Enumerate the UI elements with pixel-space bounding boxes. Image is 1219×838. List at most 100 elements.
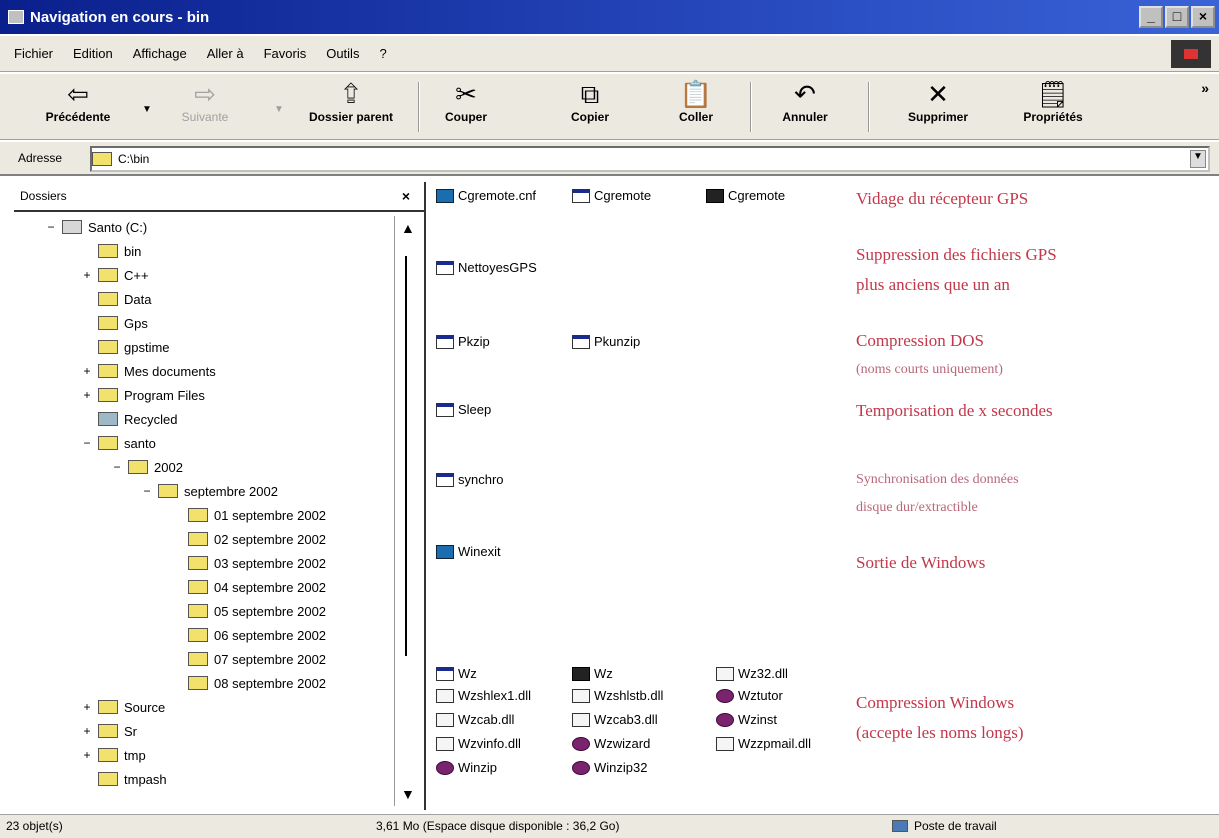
back-dropdown-icon[interactable]: ▼ — [142, 104, 152, 115]
close-button[interactable]: × — [1191, 6, 1215, 28]
file-item[interactable]: Wztutor — [716, 688, 783, 703]
tree-item-recycled[interactable]: Recycled — [80, 408, 177, 430]
file-item[interactable]: Wzwizard — [572, 736, 650, 751]
tree-item-cpp[interactable]: + C++ — [80, 264, 148, 286]
file-item[interactable]: Wz — [436, 666, 477, 681]
file-item[interactable]: Winzip — [436, 760, 497, 775]
tree-item-day[interactable]: 04 septembre 2002 — [170, 576, 326, 598]
file-item[interactable]: Wzcab3.dll — [572, 712, 658, 727]
paste-button[interactable]: 📋 Coller — [668, 78, 724, 136]
window-title: Navigation en cours - bin — [30, 8, 210, 26]
collapse-icon[interactable]: − — [110, 460, 124, 474]
folder-icon — [98, 772, 118, 786]
dll-icon — [572, 712, 590, 727]
properties-icon: 🗒 — [1036, 79, 1070, 109]
toolbar-separator — [750, 82, 752, 132]
undo-button[interactable]: ↶ Annuler — [770, 78, 840, 136]
menu-affichage[interactable]: Affichage — [133, 46, 187, 61]
file-item[interactable]: Wz — [572, 666, 613, 681]
collapse-icon[interactable]: − — [44, 220, 58, 234]
back-button[interactable]: ⇦ Précédente — [38, 78, 118, 136]
window-controls: _ □ × — [1139, 6, 1215, 28]
tree-item-sr[interactable]: + Sr — [80, 720, 137, 742]
toolbar-more-button[interactable]: » — [1201, 80, 1209, 96]
tree-item-source[interactable]: + Source — [80, 696, 165, 718]
tree-item-gps[interactable]: Gps — [80, 312, 148, 334]
tree-item-day[interactable]: 02 septembre 2002 — [170, 528, 326, 550]
tree-item-santo[interactable]: − santo — [80, 432, 155, 454]
menu-aller-a[interactable]: Aller à — [207, 46, 244, 61]
file-item[interactable]: NettoyesGPS — [436, 260, 537, 275]
tree-item-santo-c[interactable]: − Santo (C:) — [44, 216, 147, 238]
collapse-icon[interactable]: − — [140, 484, 154, 498]
tree-item-data[interactable]: Data — [80, 288, 151, 310]
tree-item-day[interactable]: 07 septembre 2002 — [170, 648, 326, 670]
copy-button[interactable]: ⧉ Copier — [560, 78, 620, 136]
expand-icon[interactable]: + — [80, 364, 94, 378]
tree-item-tmp[interactable]: + tmp — [80, 744, 145, 766]
tree-item-tmpash[interactable]: tmpash — [80, 768, 167, 790]
file-item[interactable]: Pkunzip — [572, 334, 640, 349]
file-item[interactable]: Sleep — [436, 402, 491, 417]
file-item[interactable]: Wz32.dll — [716, 666, 788, 681]
menu-edition[interactable]: Edition — [73, 46, 113, 61]
expand-icon[interactable]: + — [80, 748, 94, 762]
minimize-button[interactable]: _ — [1139, 6, 1163, 28]
tree-item-program-files[interactable]: + Program Files — [80, 384, 204, 406]
expand-icon[interactable]: + — [80, 268, 94, 282]
tree-item-mes-documents[interactable]: + Mes documents — [80, 360, 215, 382]
close-pane-icon[interactable]: × — [402, 188, 410, 204]
menu-favoris[interactable]: Favoris — [264, 46, 307, 61]
file-item[interactable]: Wzinst — [716, 712, 777, 727]
folder-icon — [98, 268, 118, 282]
paste-icon: 📋 — [679, 79, 713, 109]
file-item[interactable]: Cgremote — [572, 188, 651, 203]
properties-button[interactable]: 🗒 Propriétés — [1010, 78, 1096, 136]
file-item[interactable]: Cgremote — [706, 188, 785, 203]
file-item[interactable]: Winzip32 — [572, 760, 647, 775]
menu-fichier[interactable]: Fichier — [14, 46, 53, 61]
file-item[interactable]: Winexit — [436, 544, 501, 559]
forward-dropdown-icon[interactable]: ▼ — [274, 104, 284, 115]
delete-button[interactable]: ✕ Supprimer — [898, 78, 978, 136]
window-icon[interactable] — [8, 10, 24, 24]
tree-item-bin[interactable]: bin — [80, 240, 141, 262]
scroll-thumb[interactable] — [405, 256, 407, 656]
tree-item-2002[interactable]: −2002 — [110, 456, 182, 478]
tree-item-day[interactable]: 01 septembre 2002 — [170, 504, 326, 526]
file-item[interactable]: Pkzip — [436, 334, 490, 349]
windows-logo-icon — [1171, 40, 1211, 68]
address-dropdown-icon[interactable]: ▼ — [1190, 150, 1206, 168]
folder-icon — [98, 748, 118, 762]
tree-item-day[interactable]: 05 septembre 2002 — [170, 600, 326, 622]
tree-item-day[interactable]: 08 septembre 2002 — [170, 672, 326, 694]
expand-icon[interactable]: + — [80, 388, 94, 402]
file-item[interactable]: Wzshlstb.dll — [572, 688, 663, 703]
tree-scrollbar[interactable]: ▲ ▼ — [394, 216, 420, 806]
folder-icon — [92, 152, 112, 166]
scroll-down-icon[interactable]: ▼ — [401, 786, 415, 802]
collapse-icon[interactable]: − — [80, 436, 94, 450]
tree-item-septembre-2002[interactable]: − septembre 2002 — [140, 480, 277, 502]
expand-icon[interactable]: + — [80, 724, 94, 738]
file-item[interactable]: Cgremote.cnf — [436, 188, 536, 203]
address-input[interactable]: C:\bin ▼ — [90, 146, 1210, 172]
documents-folder-icon — [98, 364, 118, 378]
maximize-button[interactable]: □ — [1165, 6, 1189, 28]
file-item[interactable]: Wzcab.dll — [436, 712, 514, 727]
menu-help[interactable]: ? — [379, 46, 386, 61]
folder-icon — [188, 676, 208, 690]
tree-item-gpstime[interactable]: gpstime — [80, 336, 170, 358]
menu-outils[interactable]: Outils — [326, 46, 359, 61]
forward-button[interactable]: ⇨ Suivante — [170, 78, 240, 136]
cut-button[interactable]: ✂ Couper — [436, 78, 496, 136]
file-item[interactable]: Wzshlex1.dll — [436, 688, 531, 703]
file-item[interactable]: Wzvinfo.dll — [436, 736, 521, 751]
parent-folder-button[interactable]: ⮸ Dossier parent — [296, 78, 406, 136]
expand-icon[interactable]: + — [80, 700, 94, 714]
scroll-up-icon[interactable]: ▲ — [401, 220, 415, 236]
file-item[interactable]: synchro — [436, 472, 504, 487]
file-item[interactable]: Wzzpmail.dll — [716, 736, 811, 751]
tree-item-day[interactable]: 03 septembre 2002 — [170, 552, 326, 574]
tree-item-day[interactable]: 06 septembre 2002 — [170, 624, 326, 646]
